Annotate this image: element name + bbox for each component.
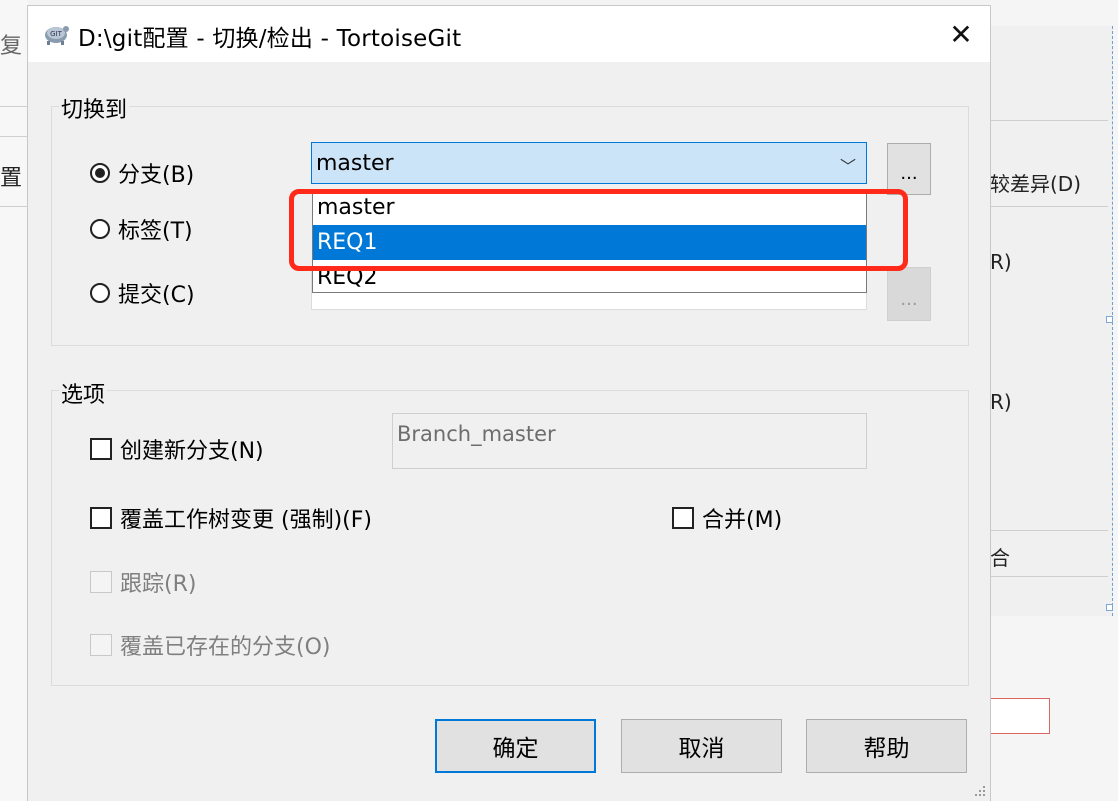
track-label: 跟踪(R) <box>120 572 197 597</box>
radio-commit-label: 提交(C) <box>118 283 195 308</box>
background-text-fragment: 合 <box>990 546 1010 570</box>
radio-branch[interactable]: 分支(B) <box>90 157 194 189</box>
dropdown-option-master[interactable]: master <box>313 190 866 225</box>
radio-tag-indicator <box>90 219 110 239</box>
svg-text:GIT: GIT <box>50 30 62 38</box>
window-title: D:\git配置 - 切换/检出 - TortoiseGit <box>78 26 462 52</box>
dropdown-option-req1[interactable]: REQ1 <box>313 225 866 260</box>
track-checkbox: 跟踪(R) <box>90 566 196 598</box>
switch-to-label: 切换到 <box>59 92 130 124</box>
background-button-fragment: 较差异(D) <box>990 172 1082 196</box>
background-text-fragment: 置 <box>0 166 23 191</box>
browse-button-label: ... <box>900 163 918 184</box>
create-branch-box <box>90 438 112 460</box>
background-text-fragment: 复 <box>0 34 23 59</box>
background-divider <box>990 206 1108 207</box>
radio-branch-label: 分支(B) <box>118 163 195 188</box>
force-overwrite-label: 覆盖工作树变更 (强制)(F) <box>120 508 372 533</box>
override-existing-checkbox: 覆盖已存在的分支(O) <box>90 629 330 661</box>
radio-branch-indicator <box>90 163 110 183</box>
background-right-panel: 较差异(D) R) R) 合 <box>990 0 1118 801</box>
create-branch-checkbox[interactable]: 创建新分支(N) <box>90 433 264 465</box>
background-text-fragment: R) <box>990 250 1012 274</box>
new-branch-name-value: Branch_master <box>397 422 556 446</box>
branch-combobox-value: master <box>316 151 394 176</box>
cancel-button[interactable]: 取消 <box>621 719 782 773</box>
merge-label: 合并(M) <box>702 508 783 533</box>
close-icon: ✕ <box>949 17 973 51</box>
merge-box <box>672 507 694 529</box>
background-divider <box>990 530 1108 531</box>
background-divider <box>990 120 1108 121</box>
override-existing-label: 覆盖已存在的分支(O) <box>120 635 331 660</box>
resize-grip-icon[interactable] <box>972 783 986 797</box>
checkout-dialog: GIT D:\git配置 - 切换/检出 - TortoiseGit ✕ 切换到… <box>28 6 990 801</box>
close-button[interactable]: ✕ <box>932 6 990 62</box>
new-branch-name-input: Branch_master <box>392 413 867 469</box>
background-left-strip: 复 置 <box>0 0 28 801</box>
help-button[interactable]: 帮助 <box>806 719 967 773</box>
radio-tag-label: 标签(T) <box>118 219 193 244</box>
commit-browse-button: ... <box>887 267 931 321</box>
tortoisegit-icon: GIT <box>45 26 69 45</box>
track-box <box>90 571 112 593</box>
options-label: 选项 <box>59 377 108 409</box>
branch-dropdown-list[interactable]: master REQ1 REQ2 <box>312 189 867 293</box>
title-bar[interactable]: GIT D:\git配置 - 切换/检出 - TortoiseGit ✕ <box>28 6 990 62</box>
background-text-fragment: R) <box>990 390 1012 414</box>
dropdown-option-req2[interactable]: REQ2 <box>313 260 866 292</box>
background-divider <box>0 136 28 137</box>
ok-button[interactable]: 确定 <box>435 719 596 773</box>
override-existing-box <box>90 634 112 656</box>
create-branch-label: 创建新分支(N) <box>120 439 264 464</box>
radio-commit[interactable]: 提交(C) <box>90 277 195 309</box>
background-divider <box>0 106 28 107</box>
chevron-down-icon: ﹀ <box>839 157 856 176</box>
background-side-panel <box>990 26 1113 616</box>
radio-tag[interactable]: 标签(T) <box>90 213 193 245</box>
merge-checkbox[interactable]: 合并(M) <box>672 502 782 534</box>
browse-button-label: ... <box>900 289 918 310</box>
background-divider <box>0 206 28 207</box>
background-red-box <box>990 698 1050 734</box>
resize-handle <box>1106 316 1113 323</box>
branch-combobox[interactable]: master ﹀ <box>311 142 867 184</box>
radio-commit-indicator <box>90 283 110 303</box>
branch-browse-button[interactable]: ... <box>887 143 931 195</box>
force-overwrite-box <box>90 507 112 529</box>
resize-handle <box>1106 604 1113 611</box>
background-divider <box>990 576 1108 577</box>
force-overwrite-checkbox[interactable]: 覆盖工作树变更 (强制)(F) <box>90 502 372 534</box>
